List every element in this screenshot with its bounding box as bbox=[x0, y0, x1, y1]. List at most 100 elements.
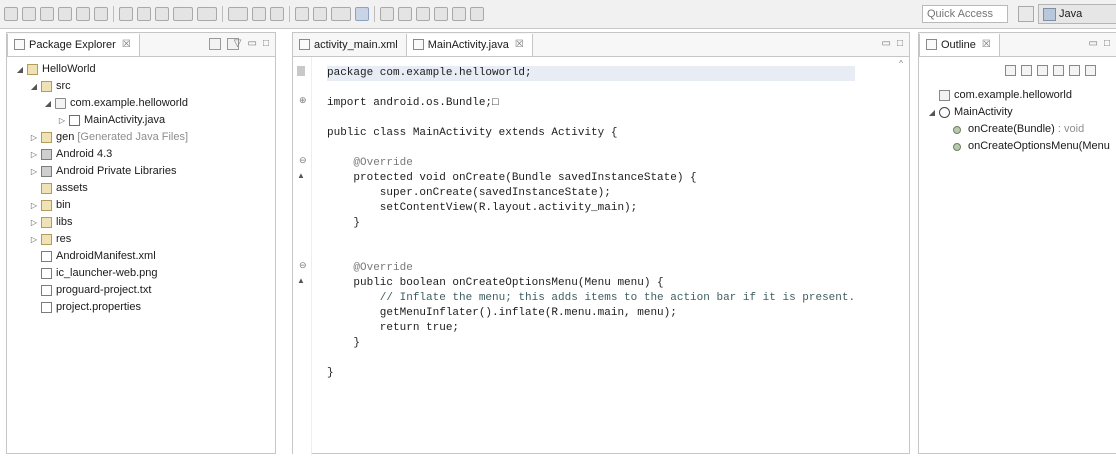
code-line[interactable] bbox=[327, 246, 855, 261]
code-line[interactable]: public boolean onCreateOptionsMenu(Menu … bbox=[327, 276, 855, 291]
collapse-all-icon[interactable] bbox=[1005, 64, 1016, 76]
code-line[interactable]: } bbox=[327, 366, 855, 381]
code-line[interactable]: // Inflate the menu; this adds items to … bbox=[327, 291, 855, 306]
code-line[interactable]: package com.example.helloworld; bbox=[327, 66, 856, 81]
close-icon[interactable]: ☒ bbox=[515, 39, 524, 50]
hide-non-public-icon[interactable] bbox=[1069, 64, 1080, 76]
collapsed-arrow-icon[interactable]: ▷ bbox=[29, 214, 39, 231]
open-perspective-icon[interactable] bbox=[1018, 6, 1034, 22]
source-code[interactable]: package com.example.helloworld; import an… bbox=[327, 66, 856, 381]
tree-item[interactable]: ◢ src bbox=[7, 78, 275, 95]
code-line[interactable] bbox=[327, 351, 855, 366]
collapsed-arrow-icon[interactable]: ▷ bbox=[29, 163, 39, 180]
code-line[interactable]: setContentView(R.layout.activity_main); bbox=[327, 201, 855, 216]
last-edit-location-icon[interactable] bbox=[416, 7, 430, 21]
close-icon[interactable]: ☒ bbox=[982, 39, 991, 50]
minimize-icon[interactable]: ▭ bbox=[882, 39, 891, 49]
code-line[interactable]: @Override bbox=[327, 261, 855, 276]
quick-access-input[interactable] bbox=[922, 5, 1008, 23]
minimize-icon[interactable]: ▭ bbox=[248, 39, 257, 49]
maximize-icon[interactable]: □ bbox=[897, 39, 903, 49]
save-all-icon[interactable] bbox=[40, 7, 54, 21]
sort-icon[interactable] bbox=[1021, 64, 1032, 76]
collapse-fold-icon[interactable]: ⊖ bbox=[299, 155, 307, 166]
editor-tab[interactable]: activity_main.xml bbox=[293, 34, 406, 56]
tree-item[interactable]: ◢ MainActivity bbox=[919, 104, 1116, 121]
debug-icon[interactable] bbox=[173, 7, 193, 21]
pin-editor-icon[interactable] bbox=[470, 7, 484, 21]
close-icon[interactable]: ☒ bbox=[122, 39, 131, 50]
code-line[interactable]: @Override bbox=[327, 156, 855, 171]
code-line[interactable]: } bbox=[327, 336, 855, 351]
collapsed-arrow-icon[interactable]: ▷ bbox=[29, 129, 39, 146]
avd-manager-icon[interactable] bbox=[94, 7, 108, 21]
new-java-package-icon[interactable] bbox=[270, 7, 284, 21]
tree-item[interactable]: ◢ com.example.helloworld bbox=[7, 95, 275, 112]
collapsed-arrow-icon[interactable]: ▷ bbox=[29, 231, 39, 248]
expanded-arrow-icon[interactable]: ◢ bbox=[43, 95, 53, 112]
new-icon[interactable] bbox=[4, 7, 18, 21]
tree-item[interactable]: com.example.helloworld bbox=[919, 87, 1116, 104]
scroll-up-icon[interactable]: ^ bbox=[895, 59, 907, 68]
save-icon[interactable] bbox=[22, 7, 36, 21]
run-icon[interactable] bbox=[197, 7, 217, 21]
new-android-xml-icon[interactable] bbox=[137, 7, 151, 21]
print-icon[interactable] bbox=[58, 7, 72, 21]
tree-item[interactable]: AndroidManifest.xml bbox=[7, 248, 275, 265]
external-tools-icon[interactable] bbox=[228, 7, 248, 21]
skip-breakpoints-icon[interactable] bbox=[252, 7, 266, 21]
code-line[interactable]: getMenuInflater().inflate(R.menu.main, m… bbox=[327, 306, 855, 321]
new-java-class-icon[interactable] bbox=[295, 7, 309, 21]
forward-icon[interactable] bbox=[452, 7, 466, 21]
open-type-icon[interactable] bbox=[313, 7, 327, 21]
code-line[interactable] bbox=[327, 81, 855, 96]
previous-annotation-icon[interactable] bbox=[398, 7, 412, 21]
tree-item[interactable]: ◢ HelloWorld bbox=[7, 61, 275, 78]
tree-item[interactable]: ▷ gen [Generated Java Files] bbox=[7, 129, 275, 146]
tree-item[interactable]: ▷ libs bbox=[7, 214, 275, 231]
code-line[interactable] bbox=[327, 111, 855, 126]
code-line[interactable]: protected void onCreate(Bundle savedInst… bbox=[327, 171, 855, 186]
code-line[interactable]: import android.os.Bundle;□ bbox=[327, 96, 855, 111]
collapse-all-icon[interactable] bbox=[209, 38, 221, 50]
annotation-ruler[interactable]: ⊕ ⊖ ▲ ⊖ ▲ bbox=[293, 57, 312, 455]
code-line[interactable]: return true; bbox=[327, 321, 855, 336]
tree-item[interactable]: project.properties bbox=[7, 299, 275, 316]
tab-package-explorer[interactable]: Package Explorer ☒ bbox=[7, 33, 140, 56]
maximize-icon[interactable]: □ bbox=[263, 39, 269, 49]
back-icon[interactable] bbox=[434, 7, 448, 21]
tab-outline[interactable]: Outline ☒ bbox=[919, 33, 1000, 56]
tree-item[interactable]: onCreate(Bundle) : void bbox=[919, 121, 1116, 138]
hide-static-icon[interactable] bbox=[1053, 64, 1064, 76]
code-line[interactable]: } bbox=[327, 216, 855, 231]
expand-fold-icon[interactable]: ⊕ bbox=[299, 95, 307, 106]
toggle-mark-occurrences-icon[interactable] bbox=[355, 7, 369, 21]
tree-item[interactable]: assets bbox=[7, 180, 275, 197]
sdk-manager-icon[interactable] bbox=[76, 7, 90, 21]
tree-item[interactable]: ▷ Android 4.3 bbox=[7, 146, 275, 163]
tree-item[interactable]: ▷ Android Private Libraries bbox=[7, 163, 275, 180]
collapsed-arrow-icon[interactable]: ▷ bbox=[29, 197, 39, 214]
java-perspective-button[interactable]: Java bbox=[1038, 4, 1116, 24]
tree-item[interactable]: onCreateOptionsMenu(Menu bbox=[919, 138, 1116, 155]
code-line[interactable] bbox=[327, 231, 855, 246]
lint-icon[interactable] bbox=[155, 7, 169, 21]
expanded-arrow-icon[interactable]: ◢ bbox=[15, 61, 25, 78]
code-line[interactable]: public class MainActivity extends Activi… bbox=[327, 126, 855, 141]
collapsed-arrow-icon[interactable]: ▷ bbox=[29, 146, 39, 163]
tree-item[interactable]: ic_launcher-web.png bbox=[7, 265, 275, 282]
code-area[interactable]: ⊕ ⊖ ▲ ⊖ ▲ package com.example.helloworld… bbox=[293, 57, 909, 455]
new-android-project-icon[interactable] bbox=[119, 7, 133, 21]
vertical-scrollbar[interactable]: ^ bbox=[895, 59, 907, 455]
tree-item[interactable]: ▷ res bbox=[7, 231, 275, 248]
editor-tab[interactable]: MainActivity.java ☒ bbox=[405, 33, 533, 56]
expanded-arrow-icon[interactable]: ◢ bbox=[29, 78, 39, 95]
expanded-arrow-icon[interactable]: ◢ bbox=[927, 104, 937, 121]
tree-item[interactable]: proguard-project.txt bbox=[7, 282, 275, 299]
tree-item[interactable]: ▷ MainActivity.java bbox=[7, 112, 275, 129]
code-line[interactable]: super.onCreate(savedInstanceState); bbox=[327, 186, 855, 201]
hide-fields-icon[interactable] bbox=[1037, 64, 1048, 76]
tree-item[interactable]: ▷ bin bbox=[7, 197, 275, 214]
view-menu-icon[interactable]: ▽ bbox=[234, 39, 242, 49]
hide-local-types-icon[interactable] bbox=[1085, 64, 1096, 76]
